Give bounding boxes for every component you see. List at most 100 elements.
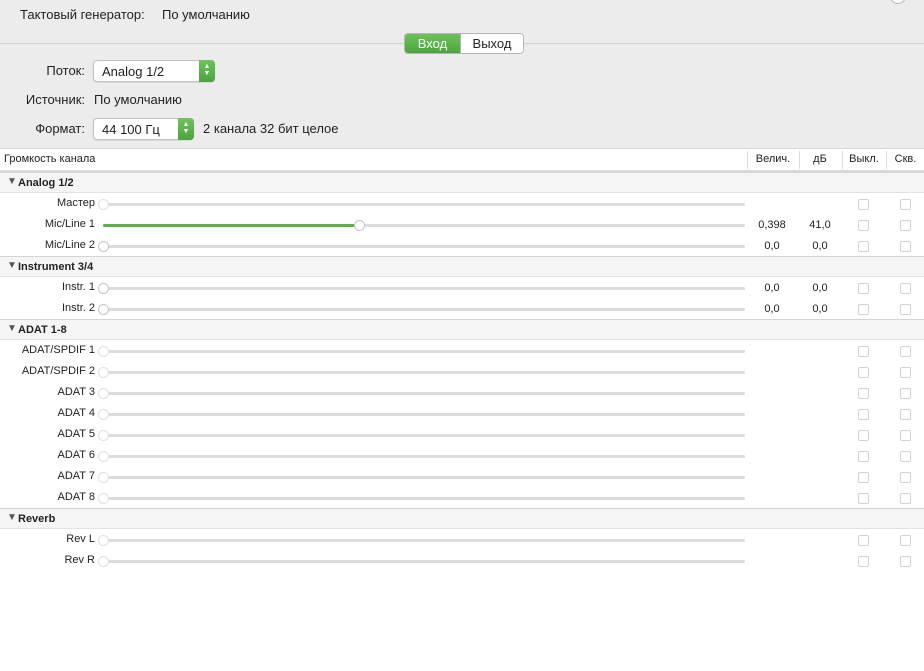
mute-checkbox[interactable]	[858, 556, 869, 567]
volume-slider[interactable]	[103, 220, 745, 231]
volume-slider[interactable]	[98, 346, 745, 357]
thru-checkbox[interactable]	[900, 283, 911, 294]
volume-slider-knob[interactable]	[354, 220, 365, 231]
volume-slider-knob[interactable]	[98, 199, 109, 210]
channel-row: Мастер	[0, 194, 924, 215]
channel-db: 0,0	[812, 282, 828, 294]
volume-slider-knob[interactable]	[98, 493, 109, 504]
volume-slider[interactable]	[98, 199, 745, 210]
channel-row: Instr. 1 0,0 0,0	[0, 278, 924, 299]
format-label: Формат:	[35, 121, 85, 136]
thru-checkbox[interactable]	[900, 493, 911, 504]
column-header-channel[interactable]: Громкость канала	[4, 153, 95, 165]
tab-output[interactable]: Выход	[460, 34, 523, 53]
channel-db: 0,0	[812, 303, 828, 315]
channel-db: 0,0	[812, 240, 828, 252]
group-name: Instrument 3/4	[18, 261, 94, 273]
mute-checkbox[interactable]	[858, 493, 869, 504]
channel-row: Mic/Line 1 0,398 41,0	[0, 215, 924, 236]
thru-checkbox[interactable]	[900, 220, 911, 231]
channel-name: ADAT 7	[57, 470, 96, 482]
thru-checkbox[interactable]	[900, 367, 911, 378]
volume-slider-fill	[103, 224, 359, 227]
volume-slider[interactable]	[98, 388, 745, 399]
channel-row: ADAT 4	[0, 404, 924, 425]
mute-checkbox[interactable]	[858, 199, 869, 210]
mute-checkbox[interactable]	[858, 304, 869, 315]
column-header-value[interactable]: Велич.	[748, 153, 798, 165]
thru-checkbox[interactable]	[900, 304, 911, 315]
column-header-thru[interactable]: Скв.	[887, 153, 924, 165]
volume-slider-knob[interactable]	[98, 535, 109, 546]
tab-input[interactable]: Вход	[405, 34, 460, 53]
group-header[interactable]: ▼ Reverb	[0, 508, 924, 529]
mute-checkbox[interactable]	[858, 451, 869, 462]
thru-checkbox[interactable]	[900, 409, 911, 420]
thru-checkbox[interactable]	[900, 451, 911, 462]
channel-row: ADAT 7	[0, 467, 924, 488]
direction-segmented-control: Вход Выход	[404, 33, 524, 54]
mute-checkbox[interactable]	[858, 346, 869, 357]
column-header-mute[interactable]: Выкл.	[843, 153, 885, 165]
volume-slider[interactable]	[98, 283, 745, 294]
mute-checkbox[interactable]	[858, 430, 869, 441]
mute-checkbox[interactable]	[858, 220, 869, 231]
channel-name: Instr. 2	[61, 302, 95, 314]
volume-slider-knob[interactable]	[98, 430, 109, 441]
thru-checkbox[interactable]	[900, 535, 911, 546]
volume-slider-knob[interactable]	[98, 367, 109, 378]
volume-slider-knob[interactable]	[98, 409, 109, 420]
stream-popup[interactable]: Analog 1/2 ▲ ▼	[93, 60, 215, 82]
volume-slider-knob[interactable]	[98, 283, 109, 294]
clock-source-label: Тактовый генератор:	[20, 7, 145, 22]
volume-slider[interactable]	[98, 367, 745, 378]
mute-checkbox[interactable]	[858, 472, 869, 483]
disclosure-triangle-icon[interactable]: ▼	[7, 176, 17, 187]
channel-db: 41,0	[809, 219, 831, 231]
channel-name: ADAT/SPDIF 1	[21, 344, 95, 356]
disclosure-triangle-icon[interactable]: ▼	[7, 260, 17, 271]
thru-checkbox[interactable]	[900, 556, 911, 567]
help-button[interactable]	[890, 0, 906, 4]
thru-checkbox[interactable]	[900, 241, 911, 252]
format-popup[interactable]: 44 100 Гц ▲ ▼	[93, 118, 194, 140]
thru-checkbox[interactable]	[900, 472, 911, 483]
thru-checkbox[interactable]	[900, 199, 911, 210]
group-header[interactable]: ▼ ADAT 1-8	[0, 319, 924, 340]
column-header-db[interactable]: дБ	[800, 153, 840, 165]
volume-slider-knob[interactable]	[98, 472, 109, 483]
volume-slider-knob[interactable]	[98, 241, 109, 252]
group-header[interactable]: ▼ Instrument 3/4	[0, 256, 924, 277]
mute-checkbox[interactable]	[858, 367, 869, 378]
mute-checkbox[interactable]	[858, 283, 869, 294]
volume-slider[interactable]	[98, 409, 745, 420]
volume-slider[interactable]	[98, 556, 745, 567]
mute-checkbox[interactable]	[858, 241, 869, 252]
stream-label: Поток:	[46, 63, 85, 78]
volume-slider[interactable]	[98, 430, 745, 441]
mute-checkbox[interactable]	[858, 409, 869, 420]
group-name: Analog 1/2	[18, 177, 74, 189]
thru-checkbox[interactable]	[900, 388, 911, 399]
volume-slider[interactable]	[98, 241, 745, 252]
mute-checkbox[interactable]	[858, 535, 869, 546]
volume-slider[interactable]	[98, 535, 745, 546]
thru-checkbox[interactable]	[900, 430, 911, 441]
volume-slider[interactable]	[98, 472, 745, 483]
volume-slider-knob[interactable]	[98, 388, 109, 399]
volume-slider-knob[interactable]	[98, 304, 109, 315]
channel-row: ADAT/SPDIF 1	[0, 341, 924, 362]
volume-slider[interactable]	[98, 304, 745, 315]
volume-slider[interactable]	[98, 493, 745, 504]
volume-slider-knob[interactable]	[98, 451, 109, 462]
volume-slider-knob[interactable]	[98, 556, 109, 567]
group-name: Reverb	[18, 513, 56, 525]
volume-slider-knob[interactable]	[98, 346, 109, 357]
disclosure-triangle-icon[interactable]: ▼	[7, 323, 17, 334]
mute-checkbox[interactable]	[858, 388, 869, 399]
channel-value: 0,398	[758, 219, 786, 231]
thru-checkbox[interactable]	[900, 346, 911, 357]
disclosure-triangle-icon[interactable]: ▼	[7, 512, 17, 523]
volume-slider[interactable]	[98, 451, 745, 462]
group-header[interactable]: ▼ Analog 1/2	[0, 172, 924, 193]
